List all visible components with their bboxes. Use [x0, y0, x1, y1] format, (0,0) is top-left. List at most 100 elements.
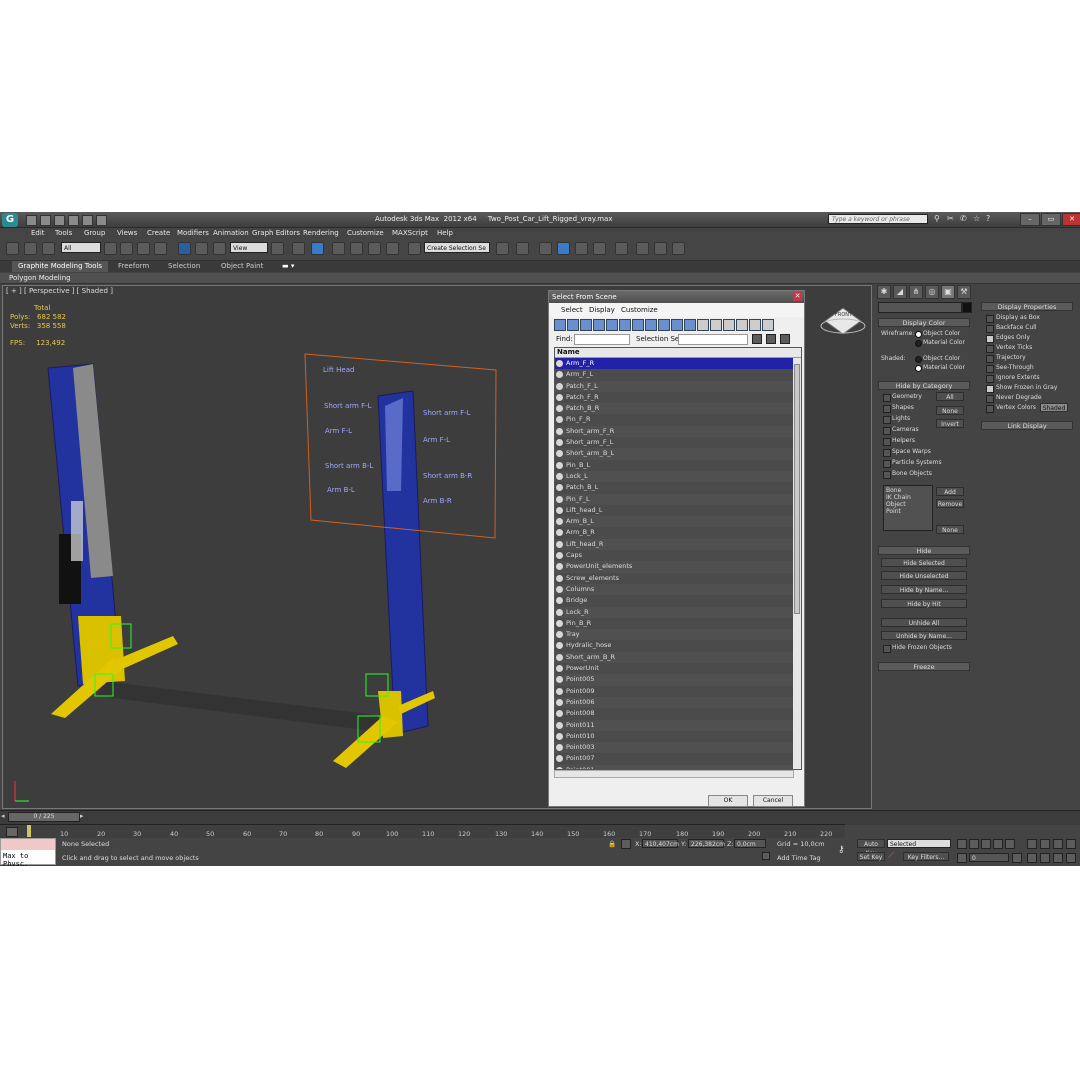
- zoom-all-icon[interactable]: [1040, 839, 1050, 849]
- display-prop-checkbox[interactable]: [986, 325, 994, 333]
- render-production-icon[interactable]: [672, 242, 685, 255]
- modify-tab-icon[interactable]: ◢: [893, 285, 907, 299]
- mirror-icon[interactable]: [496, 242, 509, 255]
- curve-editor-icon[interactable]: [575, 242, 588, 255]
- shaded-material-color-radio[interactable]: [915, 365, 922, 372]
- list-item[interactable]: Pin_B_L: [555, 460, 801, 471]
- list-item[interactable]: Pin_F_R: [555, 414, 801, 425]
- list-none-button[interactable]: None: [936, 525, 964, 534]
- close-button[interactable]: ✕: [1062, 213, 1080, 226]
- search-input[interactable]: Type a keyword or phrase: [828, 214, 928, 224]
- display-groups-icon[interactable]: [632, 319, 644, 331]
- render-setup-icon[interactable]: [636, 242, 649, 255]
- list-item[interactable]: Lock_R: [555, 606, 801, 618]
- align-icon[interactable]: [516, 242, 529, 255]
- select-all-icon[interactable]: [723, 319, 735, 331]
- space-warps-checkbox[interactable]: [883, 449, 891, 457]
- display-all-icon[interactable]: [671, 319, 683, 331]
- select-by-name-icon[interactable]: [120, 242, 133, 255]
- reference-coordinate-dropdown[interactable]: View: [230, 242, 268, 253]
- display-prop-checkbox[interactable]: [986, 315, 994, 323]
- menu-animation[interactable]: Animation: [213, 228, 249, 238]
- list-header-name[interactable]: Name: [555, 348, 801, 358]
- list-item[interactable]: Point005: [555, 674, 801, 686]
- list-item[interactable]: Pin_B_R: [555, 618, 801, 629]
- ok-button[interactable]: OK: [708, 795, 748, 807]
- spinner-snap-icon[interactable]: [386, 242, 399, 255]
- field-of-view-icon[interactable]: [1027, 853, 1037, 863]
- material-editor-icon[interactable]: [615, 242, 628, 255]
- freeze-rollout[interactable]: Freeze: [878, 662, 970, 671]
- display-xrefs-icon[interactable]: [645, 319, 657, 331]
- tools-icon[interactable]: ✂: [947, 214, 956, 224]
- add-time-tag[interactable]: Add Time Tag: [777, 854, 821, 862]
- z-coordinate-field[interactable]: 0,0cm: [734, 839, 766, 848]
- prev-frame-icon[interactable]: ◂: [1, 812, 5, 820]
- cancel-button[interactable]: Cancel: [753, 795, 793, 807]
- menu-edit[interactable]: Edit: [31, 228, 45, 238]
- display-properties-rollout[interactable]: Display Properties: [981, 302, 1073, 311]
- absolute-mode-icon[interactable]: [621, 839, 631, 849]
- list-item[interactable]: Point010: [555, 731, 801, 742]
- particle-systems-checkbox[interactable]: [883, 460, 891, 468]
- hide-by-hit-button[interactable]: Hide by Hit: [881, 599, 967, 608]
- list-item[interactable]: Arm_F_R: [555, 358, 801, 370]
- maxscript-listener[interactable]: Max to Physc.: [0, 838, 56, 866]
- link-display-rollout[interactable]: Link Display: [981, 421, 1073, 430]
- list-horizontal-scrollbar[interactable]: [554, 770, 794, 778]
- list-item[interactable]: Screw_elements: [555, 573, 801, 584]
- show-frozen-gray-checkbox[interactable]: [986, 385, 994, 393]
- list-item[interactable]: Patch_F_L: [555, 380, 801, 392]
- set-key-button[interactable]: Set Key: [857, 852, 885, 861]
- list-item[interactable]: Arm_B_L: [555, 516, 801, 528]
- hide-rollout[interactable]: Hide: [878, 546, 970, 555]
- rendered-frame-window-icon[interactable]: [654, 242, 667, 255]
- trackbar-icon[interactable]: [6, 827, 18, 837]
- display-bones-icon[interactable]: [658, 319, 670, 331]
- unhide-all-button[interactable]: Unhide All: [881, 618, 967, 627]
- track-bar[interactable]: 10 20 30 40 50 60 70 80 90 100 110 120 1…: [0, 824, 845, 839]
- go-to-end-icon[interactable]: [1005, 839, 1015, 849]
- display-prop-checkbox[interactable]: [986, 405, 994, 413]
- maximize-viewport-icon[interactable]: [1066, 853, 1076, 863]
- key-filters-button[interactable]: Key Filters...: [903, 852, 949, 861]
- list-item[interactable]: Lock_L: [555, 470, 801, 483]
- list-item[interactable]: Patch_F_R: [555, 392, 801, 403]
- hide-unselected-button[interactable]: Hide Unselected: [881, 571, 967, 580]
- list-item[interactable]: Lift_head_L: [555, 505, 801, 516]
- menu-create[interactable]: Create: [147, 228, 170, 238]
- list-item[interactable]: Arm_B_R: [555, 527, 801, 538]
- select-manipulate-icon[interactable]: [292, 242, 305, 255]
- list-item[interactable]: Point008: [555, 708, 801, 719]
- zoom-extents-all-icon[interactable]: [1066, 839, 1076, 849]
- list-item[interactable]: Arm_F_L: [555, 369, 801, 380]
- display-space-warps-icon[interactable]: [619, 319, 631, 331]
- wireframe-object-color-radio[interactable]: [915, 331, 922, 338]
- redo-icon[interactable]: [82, 215, 93, 226]
- tab-object-paint[interactable]: Object Paint: [221, 261, 263, 272]
- dialog-menu-display[interactable]: Display: [589, 303, 615, 317]
- edges-only-checkbox[interactable]: [986, 335, 994, 343]
- select-none-icon[interactable]: [736, 319, 748, 331]
- selection-set-dropdown[interactable]: [678, 334, 748, 345]
- list-item[interactable]: PowerUnit_elements: [555, 561, 801, 573]
- minimize-button[interactable]: –: [1020, 213, 1040, 226]
- graphite-tools-icon[interactable]: [557, 242, 570, 255]
- list-item[interactable]: Short_arm_B_L: [555, 448, 801, 460]
- list-item[interactable]: Caps: [555, 550, 801, 561]
- list-item[interactable]: Tray: [555, 629, 801, 641]
- list-item[interactable]: Short_arm_F_R: [555, 425, 801, 438]
- zoom-icon[interactable]: [1027, 839, 1037, 849]
- display-tab-icon[interactable]: ▣: [941, 285, 955, 299]
- motion-tab-icon[interactable]: ◎: [925, 285, 939, 299]
- category-none-button[interactable]: None: [936, 406, 964, 415]
- filter-icon[interactable]: [762, 319, 774, 331]
- lights-checkbox[interactable]: [883, 416, 891, 424]
- time-tag-icon[interactable]: [762, 852, 770, 860]
- community-icon[interactable]: ✆: [960, 214, 969, 224]
- angle-snap-icon[interactable]: [350, 242, 363, 255]
- display-helpers-icon[interactable]: [606, 319, 618, 331]
- find-input[interactable]: [574, 334, 630, 345]
- select-invert-icon[interactable]: [749, 319, 761, 331]
- tab-graphite-modeling-tools[interactable]: Graphite Modeling Tools: [12, 261, 109, 272]
